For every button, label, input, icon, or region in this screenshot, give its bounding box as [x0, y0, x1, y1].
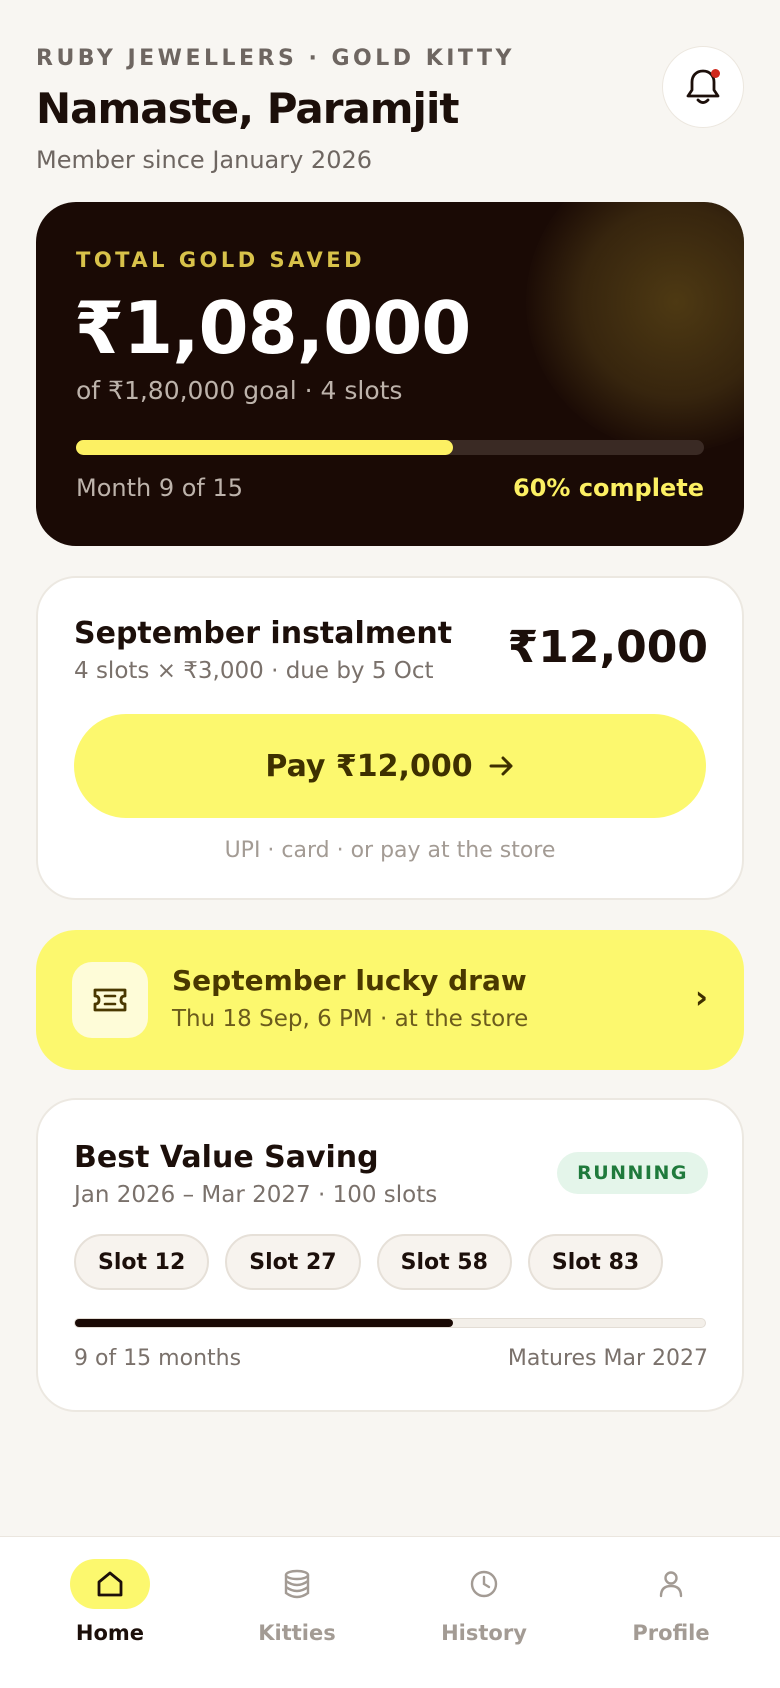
ticket-icon-box: [72, 962, 148, 1038]
database-icon: [284, 1569, 310, 1599]
home-icon: [97, 1571, 123, 1597]
kitty-matures-text: Matures Mar 2027: [507, 1346, 708, 1371]
nav-home[interactable]: Home: [40, 1559, 180, 1669]
nav-profile[interactable]: Profile: [601, 1559, 741, 1669]
kitty-name: Best Value Saving: [74, 1140, 379, 1175]
kitty-progress-bar: [74, 1318, 706, 1328]
lucky-draw-banner[interactable]: September lucky draw Thu 18 Sep, 6 PM · …: [36, 930, 744, 1070]
decorative-glow: [526, 202, 744, 452]
ticket-icon: [93, 988, 127, 1012]
kitty-progress-fill: [75, 1319, 453, 1327]
total-gold-amount: ₹1,08,000: [74, 286, 471, 370]
greeting-title: Namaste, Paramjit: [36, 84, 459, 133]
instalment-amount: ₹12,000: [507, 622, 708, 673]
nav-icon-wrap: [70, 1559, 150, 1609]
kitty-months-text: 9 of 15 months: [74, 1346, 242, 1371]
slot-chip[interactable]: Slot 12: [74, 1234, 210, 1290]
status-badge: RUNNING: [557, 1152, 708, 1194]
nav-label: Kitties: [258, 1621, 336, 1645]
total-gold-card: TOTAL GOLD SAVED ₹1,08,000 of ₹1,80,000 …: [36, 202, 744, 546]
nav-icon-wrap: [257, 1559, 337, 1609]
nav-icon-wrap: [631, 1559, 711, 1609]
nav-icon-wrap: [444, 1559, 524, 1609]
payment-methods-note: UPI · card · or pay at the store: [224, 838, 556, 863]
brand-eyebrow: RUBY JEWELLERS · GOLD KITTY: [36, 46, 515, 71]
lucky-draw-details: Thu 18 Sep, 6 PM · at the store: [172, 1006, 529, 1032]
total-gold-label: TOTAL GOLD SAVED: [76, 248, 366, 272]
instalment-card: September instalment 4 slots × ₹3,000 · …: [36, 576, 744, 900]
arrow-right-icon: [489, 756, 513, 776]
kitty-details: Jan 2026 – Mar 2027 · 100 slots: [74, 1182, 438, 1208]
lucky-draw-title: September lucky draw: [172, 964, 527, 997]
nav-label: Profile: [632, 1621, 710, 1645]
notifications-button[interactable]: [662, 46, 744, 128]
slot-chip[interactable]: Slot 58: [376, 1234, 512, 1290]
gold-progress-fill: [76, 440, 453, 455]
clock-icon: [470, 1570, 498, 1598]
nav-label: History: [441, 1621, 527, 1645]
kitty-card[interactable]: Best Value Saving Jan 2026 – Mar 2027 · …: [36, 1098, 744, 1412]
instalment-details: 4 slots × ₹3,000 · due by 5 Oct: [74, 658, 434, 684]
percent-complete-text: 60% complete: [513, 474, 704, 502]
pay-button[interactable]: Pay ₹12,000: [74, 714, 706, 818]
gold-progress-bar: [76, 440, 704, 455]
bottom-nav: Home Kitties History Profile: [0, 1536, 780, 1688]
slot-chip[interactable]: Slot 27: [225, 1234, 361, 1290]
month-progress-text: Month 9 of 15: [76, 474, 244, 502]
chevron-right-icon: ›: [694, 978, 708, 1016]
instalment-title: September instalment: [74, 616, 453, 651]
user-icon: [659, 1571, 683, 1598]
nav-kitties[interactable]: Kitties: [227, 1559, 367, 1669]
goal-text: of ₹1,80,000 goal · 4 slots: [76, 376, 403, 405]
nav-history[interactable]: History: [414, 1559, 554, 1669]
home-screen: RUBY JEWELLERS · GOLD KITTY Namaste, Par…: [0, 0, 780, 1688]
nav-label: Home: [75, 1621, 145, 1645]
slot-chip[interactable]: Slot 83: [527, 1234, 664, 1290]
slot-chips: Slot 12 Slot 27 Slot 58 Slot 83: [74, 1234, 664, 1290]
pay-button-label: Pay ₹12,000: [265, 748, 473, 784]
unread-indicator: [711, 69, 720, 78]
member-since-text: Member since January 2026: [36, 146, 373, 174]
